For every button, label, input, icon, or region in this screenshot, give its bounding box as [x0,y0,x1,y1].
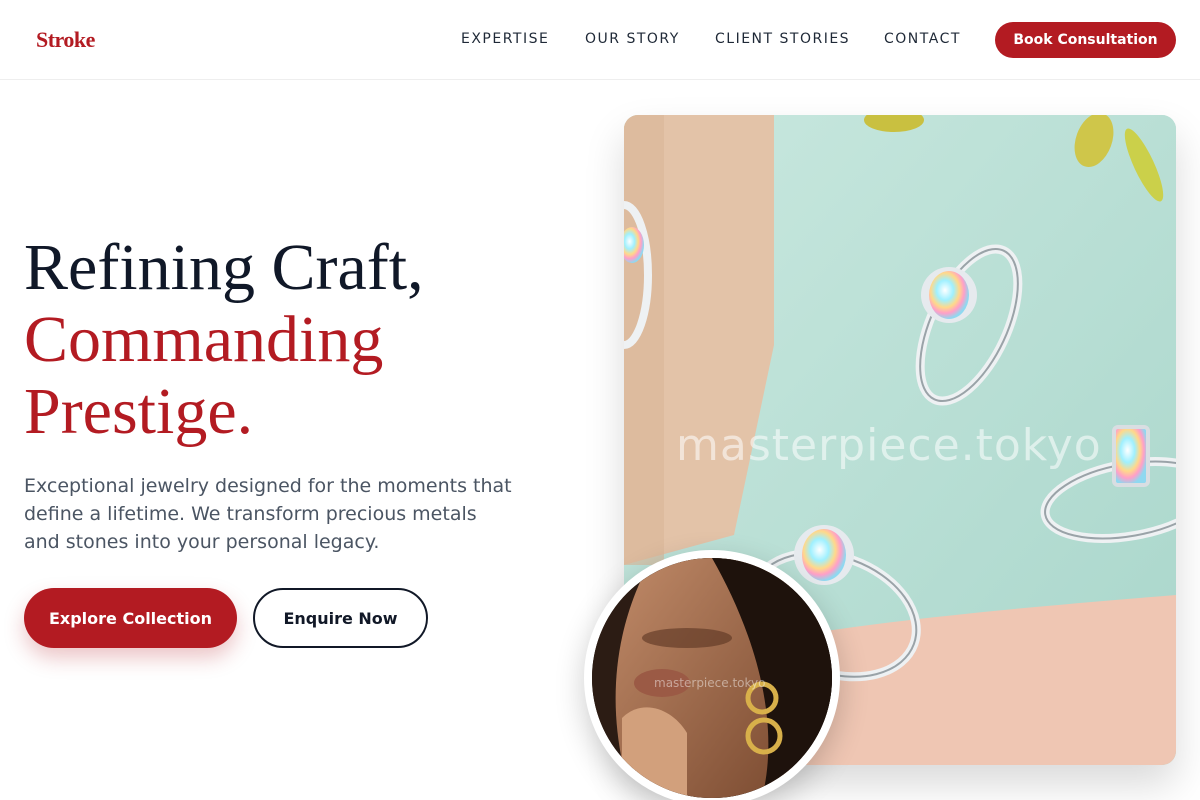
site-header: Stroke EXPERTISE OUR STORY CLIENT STORIE… [0,0,1200,80]
nav-link-client-stories[interactable]: CLIENT STORIES [715,31,850,47]
portrait-watermark: masterpiece.tokyo [654,676,766,690]
explore-collection-button[interactable]: Explore Collection [24,588,237,648]
brand-logo[interactable]: Stroke [36,27,95,53]
hero-title-line-2: Commanding [24,303,384,376]
hero-title-line-3: Prestige. [24,375,254,448]
nav-link-our-story[interactable]: OUR STORY [585,31,680,47]
hero-title-line-1: Refining Craft, [24,231,424,304]
nav-link-expertise[interactable]: EXPERTISE [461,31,549,47]
image-watermark: masterpiece.tokyo [676,420,1102,471]
hero-description: Exceptional jewelry designed for the mom… [24,475,512,553]
hero-title: Refining Craft, Commanding Prestige. [24,232,424,448]
model-portrait-image: masterpiece.tokyo [584,550,840,800]
enquire-now-button[interactable]: Enquire Now [253,588,428,648]
nav-link-contact[interactable]: CONTACT [884,31,961,47]
book-consultation-button[interactable]: Book Consultation [995,22,1176,58]
